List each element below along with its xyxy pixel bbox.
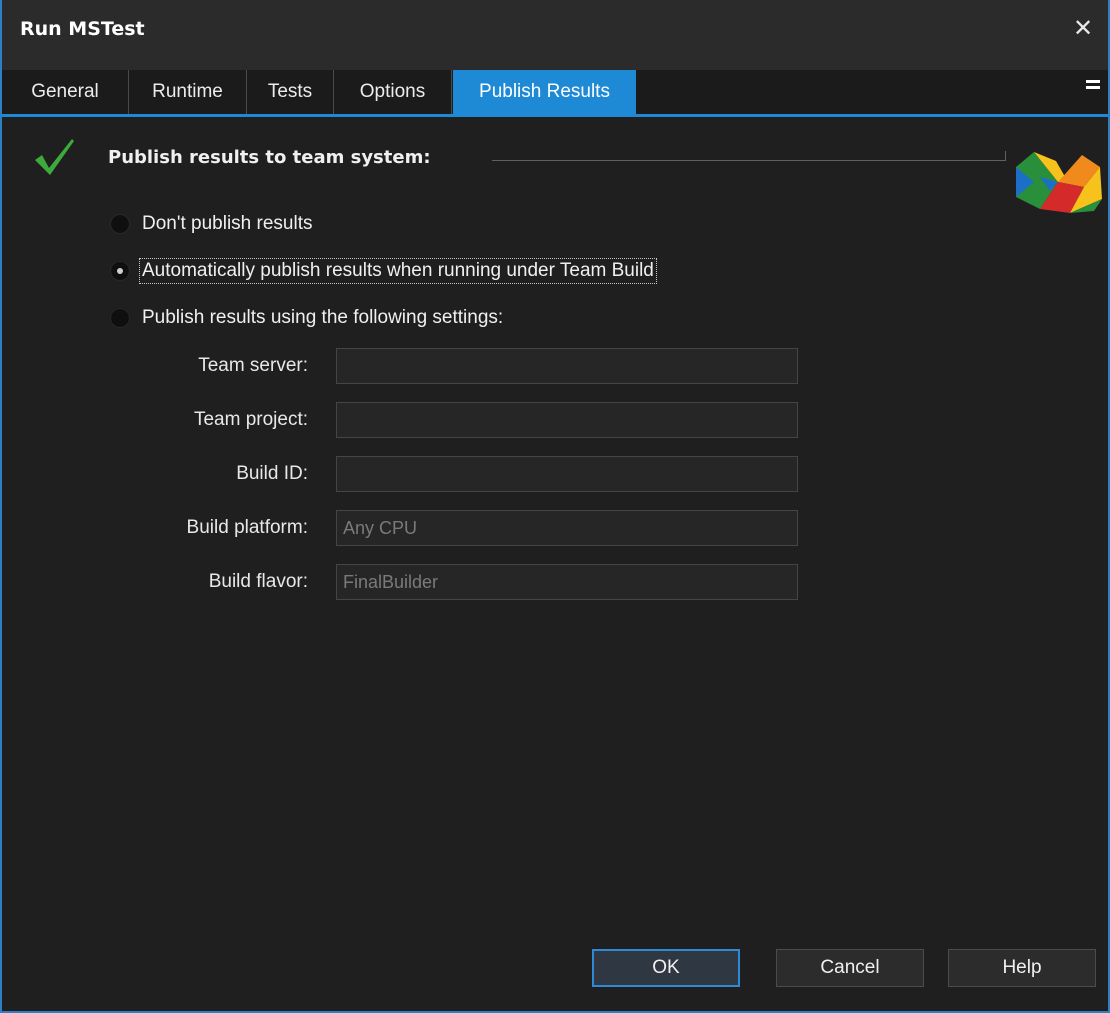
radio-label-publish-settings[interactable]: Publish results using the following sett…: [140, 306, 505, 330]
build-platform-label: Build platform:: [186, 517, 308, 538]
cancel-button[interactable]: Cancel: [776, 949, 924, 987]
publish-results-panel: Publish results to team system: Don't pu…: [2, 117, 1108, 1011]
team-project-label: Team project:: [193, 409, 308, 430]
window-title: Run MSTest: [20, 18, 145, 40]
checkmark-icon: [35, 139, 74, 175]
build-id-label: Build ID:: [236, 463, 308, 484]
team-server-label: Team server:: [198, 355, 308, 376]
title-bar: Run MSTest ✕: [2, 0, 1108, 70]
dialog-window: Run MSTest ✕ General Runtime Tests Optio…: [0, 0, 1110, 1013]
build-flavor-field[interactable]: [336, 564, 798, 600]
section-divider: [492, 160, 1006, 161]
team-project-field[interactable]: [336, 402, 798, 438]
build-id-field[interactable]: [336, 456, 798, 492]
build-platform-field[interactable]: [336, 510, 798, 546]
tab-tests[interactable]: Tests: [247, 70, 334, 114]
close-icon[interactable]: ✕: [1068, 14, 1098, 44]
tab-runtime[interactable]: Runtime: [129, 70, 247, 114]
build-flavor-label: Build flavor:: [208, 571, 308, 592]
team-server-field[interactable]: [336, 348, 798, 384]
radio-label-dont-publish[interactable]: Don't publish results: [140, 212, 315, 236]
radio-button[interactable]: [110, 308, 130, 328]
section-title: Publish results to team system:: [108, 147, 431, 168]
tab-overflow-icon[interactable]: [1086, 80, 1100, 102]
radio-label-auto-publish[interactable]: Automatically publish results when runni…: [139, 258, 657, 284]
help-button[interactable]: Help: [948, 949, 1096, 987]
ok-button[interactable]: OK: [592, 949, 740, 987]
radio-button[interactable]: [110, 261, 130, 281]
tab-options[interactable]: Options: [334, 70, 452, 114]
section-divider-end: [1005, 151, 1006, 161]
visual-studio-logo-icon: [1016, 152, 1102, 213]
tab-bar: General Runtime Tests Options Publish Re…: [2, 70, 1108, 117]
radio-button[interactable]: [110, 214, 130, 234]
tab-publish-results[interactable]: Publish Results: [453, 70, 636, 114]
tab-general[interactable]: General: [2, 70, 129, 114]
